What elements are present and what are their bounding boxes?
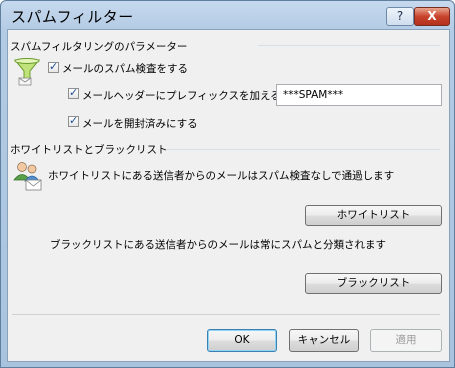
- add-prefix-checkbox[interactable]: [68, 86, 79, 99]
- users-mail-icon: [12, 160, 44, 192]
- title-bar[interactable]: スパムフィルター ? X: [1, 1, 454, 29]
- enable-spam-check-label[interactable]: メールのスパム検査をする: [62, 61, 188, 76]
- blacklist-button[interactable]: ブラックリスト: [305, 273, 442, 294]
- ok-button[interactable]: OK: [207, 329, 277, 352]
- whitelist-button[interactable]: ホワイトリスト: [305, 205, 442, 226]
- blacklist-description: ブラックリストにある送信者からのメールは常にスパムと分類されます: [50, 239, 386, 251]
- enable-spam-check-checkbox[interactable]: [48, 60, 59, 73]
- dialog-title: スパムフィルター: [11, 8, 134, 26]
- spam-params-heading: スパムフィルタリングのパラメーター: [10, 41, 188, 53]
- lists-divider: [166, 149, 440, 150]
- whitelist-description: ホワイトリストにある送信者からのメールはスパム検査なしで通過します: [48, 170, 395, 182]
- funnel-icon: [12, 56, 42, 86]
- mark-read-label[interactable]: メールを開封済みにする: [82, 116, 198, 131]
- cancel-button[interactable]: キャンセル: [289, 329, 359, 352]
- add-prefix-label[interactable]: メールヘッダーにプレフィックスを加える: [82, 88, 281, 103]
- apply-button[interactable]: 適用: [370, 329, 442, 352]
- help-button[interactable]: ?: [386, 7, 414, 26]
- close-button[interactable]: X: [414, 7, 450, 26]
- footer-divider: [12, 314, 440, 315]
- spam-params-divider: [258, 45, 440, 46]
- dialog-window: スパムフィルター ? X スパムフィルタリングのパラメーター メールのスパム検査…: [0, 0, 455, 368]
- prefix-input[interactable]: ***SPAM***: [276, 84, 442, 106]
- dialog-body: スパムフィルタリングのパラメーター メールのスパム検査をする メールヘッダーにプ…: [7, 29, 450, 362]
- mark-read-checkbox[interactable]: [68, 114, 79, 127]
- lists-heading: ホワイトリストとブラックリスト: [10, 144, 168, 156]
